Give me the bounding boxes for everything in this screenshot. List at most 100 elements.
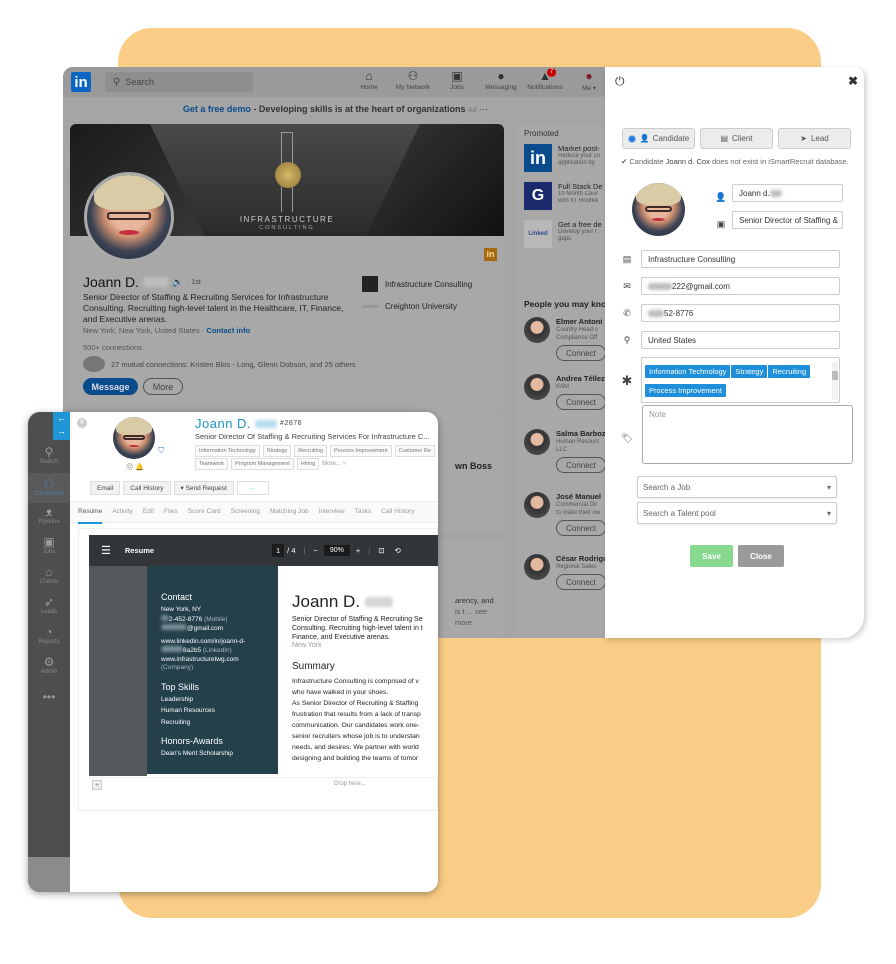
pencil-icon[interactable]: ✎: [342, 461, 347, 467]
email-field[interactable]: 222@gmail.com: [641, 277, 840, 295]
nav-jobs[interactable]: ▣ Jobs: [435, 69, 479, 92]
close-icon[interactable]: ✕: [77, 418, 87, 428]
contact-info-link[interactable]: Contact info: [206, 326, 250, 335]
linkedin-search-input[interactable]: ⚲ Search: [105, 72, 253, 92]
type-lead[interactable]: ➤ Lead: [778, 128, 851, 149]
mutual-connections[interactable]: 27 mutual connections: Kristen Blos - Lo…: [83, 356, 356, 372]
talent-pool-dropdown[interactable]: Search a Talent pool ▾: [637, 502, 837, 524]
linkedin-premium-icon: in: [484, 248, 497, 261]
more-button[interactable]: More: [143, 378, 183, 395]
promoted-item[interactable]: Linked Get a free de Develop your t gaps: [524, 220, 602, 252]
promoted-item[interactable]: in Market post- Reduce your co application …: [524, 144, 600, 176]
tab-matching-job[interactable]: Matching Job: [270, 501, 309, 523]
person-avatar[interactable]: [524, 554, 550, 580]
connect-button[interactable]: Connect: [556, 345, 606, 361]
thumbs-down-icon[interactable]: ☹: [126, 464, 133, 471]
location-field[interactable]: United States: [641, 331, 840, 349]
person-avatar[interactable]: [524, 429, 550, 455]
phone-field[interactable]: 52-8776: [641, 304, 840, 322]
sidebar-item-search[interactable]: ⚲ Search: [28, 445, 70, 473]
skill-tag[interactable]: Information Technology: [645, 365, 731, 378]
save-button[interactable]: Save: [690, 545, 733, 567]
connect-button[interactable]: Connect: [556, 394, 606, 410]
tab-interview[interactable]: Interview: [319, 501, 345, 523]
arrow-left-icon[interactable]: ←: [53, 412, 70, 425]
skill-tag[interactable]: Recruiting: [768, 365, 811, 378]
connections-count[interactable]: 500+ connections: [83, 343, 142, 352]
person-avatar[interactable]: [524, 492, 550, 518]
email-button[interactable]: Email: [90, 481, 121, 495]
nav-home[interactable]: ⌂ Home: [347, 69, 391, 92]
ad-link[interactable]: Get a free demo: [183, 104, 251, 114]
menu-icon[interactable]: ☰: [101, 544, 111, 557]
skill-tag[interactable]: Strategy: [731, 365, 768, 378]
speaker-icon[interactable]: 🔈: [172, 277, 183, 288]
nav-my-network[interactable]: ⚇ My Network: [391, 69, 435, 92]
connect-button[interactable]: Connect: [556, 520, 606, 536]
company-item[interactable]: Infrastructure Consulting: [362, 276, 472, 292]
sidebar-item-candidates[interactable]: ⚇ Candidates: [28, 473, 70, 503]
fit-page-icon[interactable]: ⊡: [378, 546, 384, 555]
linkedin-logo[interactable]: in: [71, 72, 91, 92]
paper-plane-icon: ➤: [800, 134, 807, 143]
message-button[interactable]: Message: [83, 378, 138, 395]
tab-call-history[interactable]: Call History: [381, 501, 414, 523]
reports-icon: ◔: [45, 625, 53, 639]
zoom-out-icon[interactable]: −: [313, 546, 317, 555]
sidebar-item-pipeline[interactable]: ᴥ Pipeline: [28, 505, 70, 525]
connect-button[interactable]: Connect: [556, 457, 606, 473]
nav-me[interactable]: ● Me ▾: [567, 69, 608, 92]
more-actions-button[interactable]: ···: [236, 481, 269, 495]
type-candidate[interactable]: 👤 Candidate: [622, 128, 695, 149]
skills-field[interactable]: Information Technology Strategy Recruiting…: [641, 357, 840, 403]
collapse-toggle[interactable]: ← →: [53, 412, 70, 440]
ad-more-icon[interactable]: ···: [479, 104, 488, 114]
type-client[interactable]: ▤ Client: [700, 128, 773, 149]
job-title-field[interactable]: Senior Director of Staffing &: [732, 211, 843, 229]
sidebar-item-reports[interactable]: ◔ Reports: [28, 625, 70, 645]
connect-button[interactable]: Connect: [556, 574, 606, 590]
person-avatar[interactable]: [524, 374, 550, 400]
see-more-link[interactable]: is t ... see more: [455, 606, 504, 628]
school-item[interactable]: Creighton University: [362, 302, 472, 311]
radio-selected[interactable]: [627, 134, 636, 143]
sidebar-item-clients[interactable]: ⌂ Clients: [28, 565, 70, 585]
add-icon[interactable]: +: [92, 780, 102, 790]
profile-photo[interactable]: [84, 172, 174, 262]
sidebar-item-leads[interactable]: ➶ Leads: [28, 595, 70, 615]
nav-messaging[interactable]: ● Messaging: [479, 69, 523, 92]
tab-tasks[interactable]: Tasks: [355, 501, 372, 523]
rotate-icon[interactable]: ⟲: [395, 546, 401, 555]
zoom-level[interactable]: 90%: [323, 545, 350, 556]
page-number-input[interactable]: 1: [272, 544, 285, 557]
company-field[interactable]: Infrastructure Consulting: [641, 250, 840, 268]
tab-resume[interactable]: Resume: [78, 501, 103, 524]
bell-icon[interactable]: 🔔: [135, 464, 144, 471]
more-tags-link[interactable]: More...: [322, 461, 341, 467]
skill-tag[interactable]: Process Improvement: [645, 384, 726, 397]
call-history-button[interactable]: Call History: [123, 481, 171, 495]
note-textarea[interactable]: Note: [642, 405, 853, 464]
job-search-dropdown[interactable]: Search a Job ▾: [637, 476, 837, 498]
shield-icon[interactable]: ⛉: [158, 446, 164, 456]
close-icon[interactable]: ✖: [848, 74, 858, 88]
tab-files[interactable]: Files: [164, 501, 178, 523]
name-field[interactable]: Joann d.: [732, 184, 843, 202]
send-request-button[interactable]: ▾ Send Request: [173, 481, 234, 495]
sidebar-item-admin[interactable]: ⚙ Admin: [28, 655, 70, 675]
close-button[interactable]: Close: [738, 545, 784, 567]
sidebar-item-jobs[interactable]: ▣ Jobs: [28, 535, 70, 555]
skills-scrollbar[interactable]: [832, 362, 838, 400]
arrow-right-icon[interactable]: →: [53, 425, 70, 438]
drop-zone[interactable]: + Drop here...: [89, 777, 438, 791]
tab-activity[interactable]: Activity: [112, 501, 133, 523]
tab-score-card[interactable]: Score Card: [188, 501, 221, 523]
tab-edit[interactable]: Edit: [143, 501, 154, 523]
sidebar-more[interactable]: •••: [28, 690, 70, 704]
promoted-item[interactable]: G Full Stack De 10 Month Cour with IIT Roor…: [524, 182, 603, 214]
person-avatar[interactable]: [524, 317, 550, 343]
zoom-in-icon[interactable]: +: [356, 546, 360, 555]
nav-notifications[interactable]: ▲ 7 Notifications: [523, 68, 567, 92]
power-icon[interactable]: ⏻: [615, 74, 625, 89]
tab-screening[interactable]: Screening: [231, 501, 260, 523]
